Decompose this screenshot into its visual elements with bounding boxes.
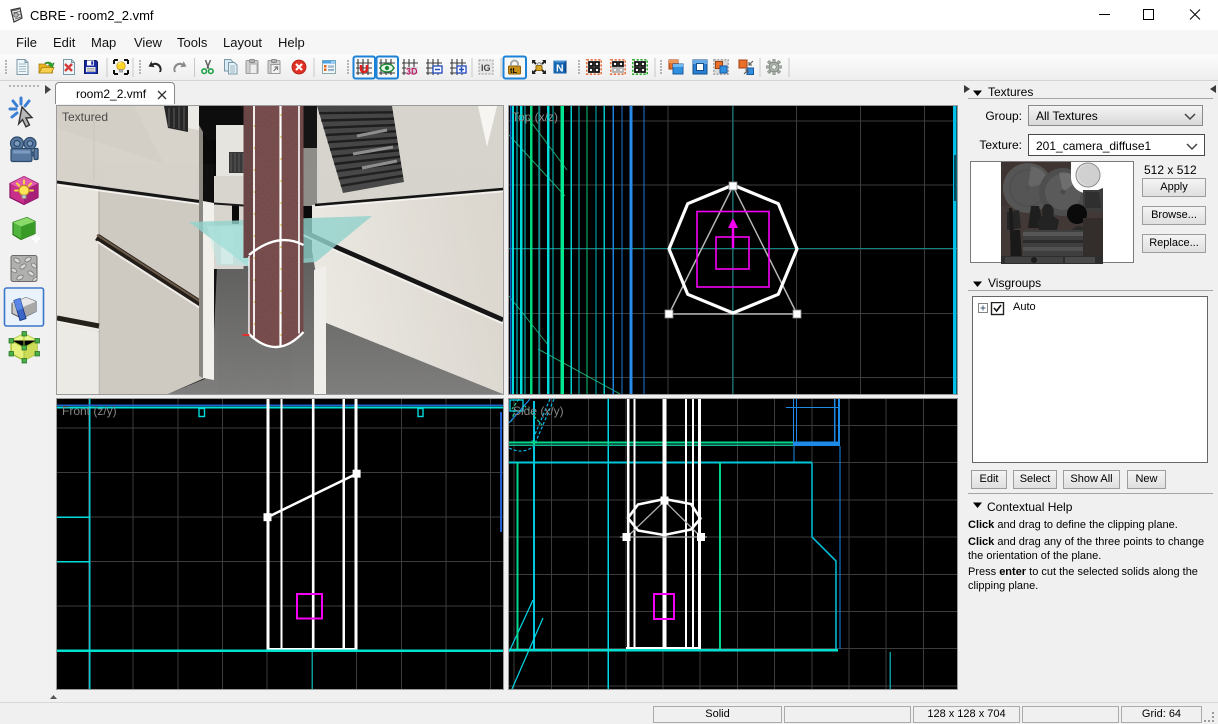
svg-text:Textured: Textured xyxy=(62,110,108,124)
svg-text:N: N xyxy=(556,63,564,75)
svg-text:Front (z/y): Front (z/y) xyxy=(62,404,117,418)
svg-text:Top (x/z): Top (x/z) xyxy=(512,110,558,124)
svg-text:IG: IG xyxy=(481,63,491,73)
svg-text:3D: 3D xyxy=(406,67,418,77)
svg-text:tL: tL xyxy=(510,66,517,75)
svg-text:Side (x/y): Side (x/y) xyxy=(513,404,564,418)
